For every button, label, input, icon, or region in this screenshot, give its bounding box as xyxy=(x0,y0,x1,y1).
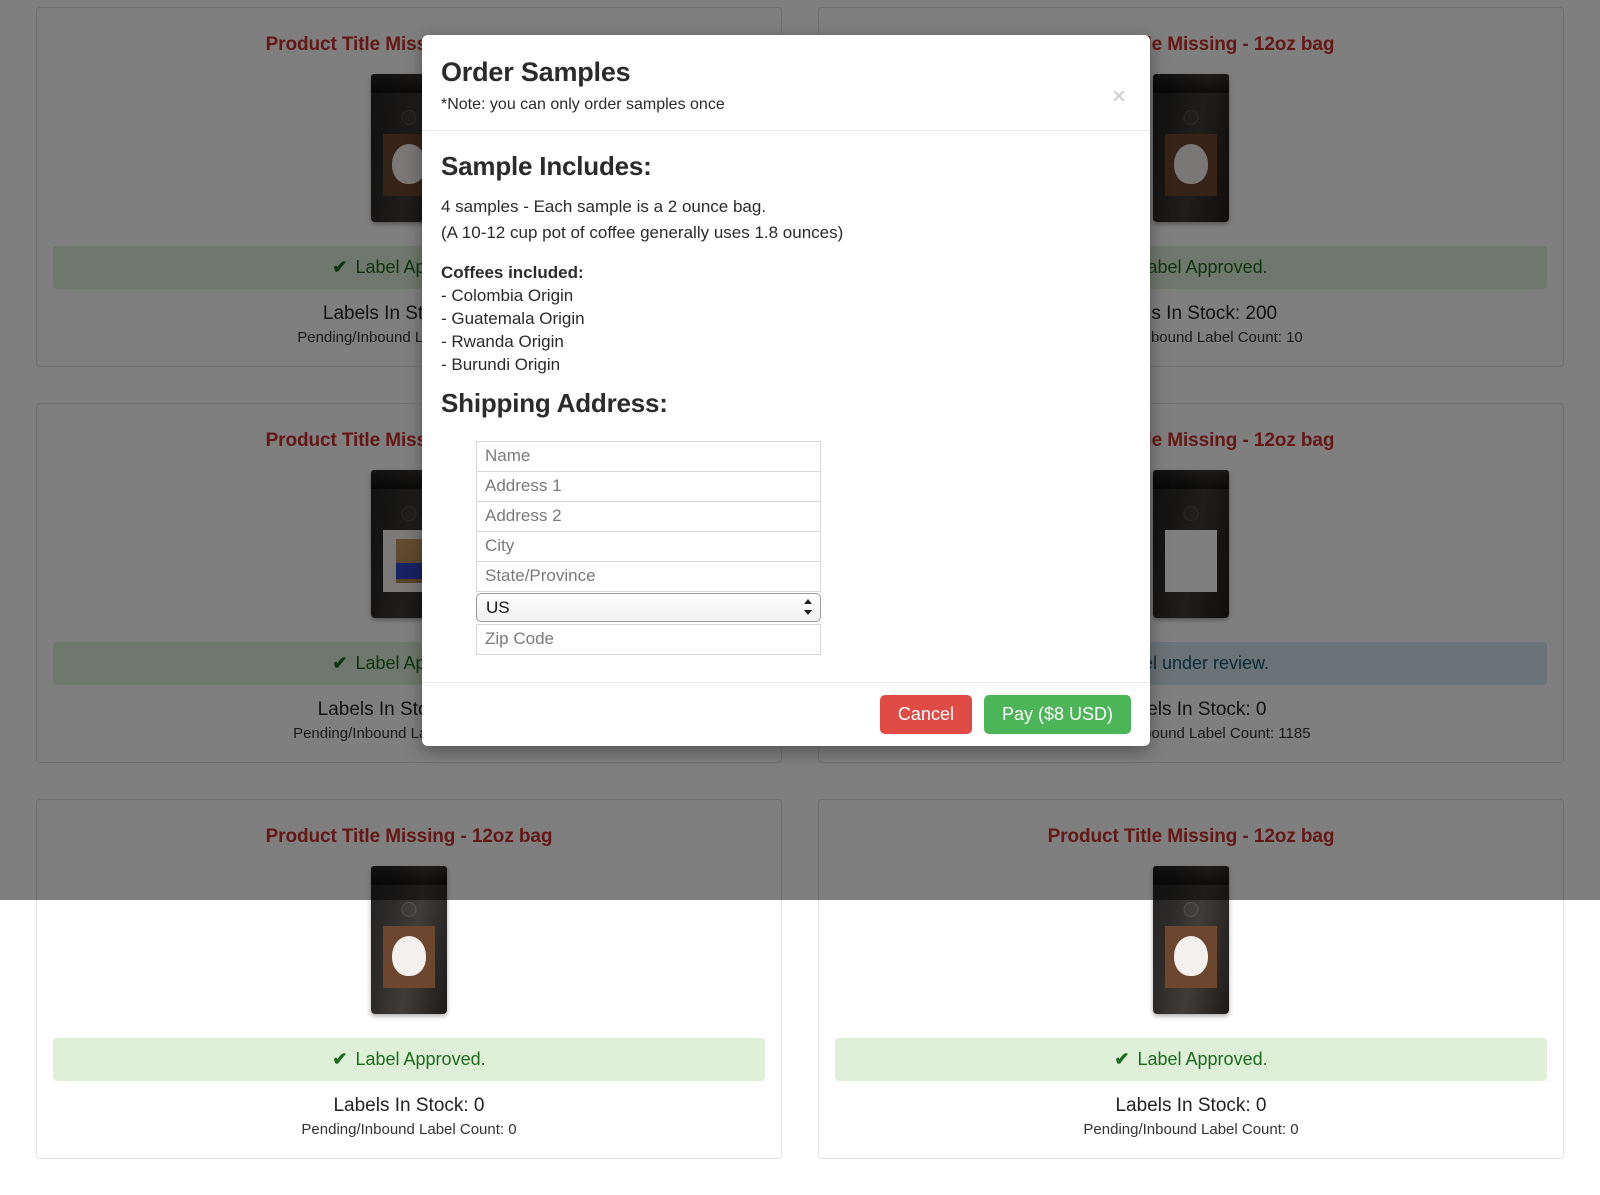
sample-includes-heading: Sample Includes: xyxy=(441,151,1131,182)
status-badge: ✔ Label Approved. xyxy=(53,1038,765,1081)
coffees-list: - Colombia Origin - Guatemala Origin - R… xyxy=(441,286,1131,375)
address2-input[interactable] xyxy=(476,501,821,532)
modal-header: Order Samples *Note: you can only order … xyxy=(422,35,1150,131)
name-input[interactable] xyxy=(476,441,821,472)
list-item: - Guatemala Origin xyxy=(441,309,1131,329)
address1-input[interactable] xyxy=(476,471,821,502)
status-text: Label Approved. xyxy=(355,1049,485,1069)
close-icon[interactable]: × xyxy=(1106,83,1132,111)
pay-button[interactable]: Pay ($8 USD) xyxy=(984,695,1131,734)
sample-line-2: (A 10-12 cup pot of coffee generally use… xyxy=(441,222,1131,245)
modal-title: Order Samples xyxy=(441,57,1126,88)
zip-code-input[interactable] xyxy=(476,624,821,655)
list-item: - Colombia Origin xyxy=(441,286,1131,306)
city-input[interactable] xyxy=(476,531,821,562)
labels-in-stock: Labels In Stock: 0 xyxy=(53,1095,765,1117)
valve-icon xyxy=(402,902,417,917)
shipping-address-form: US xyxy=(441,441,1131,655)
pending-label-count: Pending/Inbound Label Count: 0 xyxy=(53,1121,765,1138)
sample-line-1: 4 samples - Each sample is a 2 ounce bag… xyxy=(441,196,1131,219)
status-text: Label Approved. xyxy=(1137,1049,1267,1069)
modal-footer: Cancel Pay ($8 USD) xyxy=(422,682,1150,746)
order-samples-modal: Order Samples *Note: you can only order … xyxy=(422,35,1150,746)
coffees-included-heading: Coffees included: xyxy=(441,263,1131,283)
country-select[interactable]: US xyxy=(476,593,821,622)
labels-in-stock: Labels In Stock: 0 xyxy=(835,1095,1547,1117)
check-icon: ✔ xyxy=(332,1049,347,1069)
modal-note: *Note: you can only order samples once xyxy=(441,96,1126,114)
pending-label-count: Pending/Inbound Label Count: 0 xyxy=(835,1121,1547,1138)
cancel-button[interactable]: Cancel xyxy=(880,695,972,734)
country-select-wrap: US xyxy=(476,593,821,622)
valve-icon xyxy=(1184,902,1199,917)
list-item: - Burundi Origin xyxy=(441,355,1131,375)
modal-body: Sample Includes: 4 samples - Each sample… xyxy=(422,131,1150,682)
list-item: - Rwanda Origin xyxy=(441,332,1131,352)
check-icon: ✔ xyxy=(1114,1049,1129,1069)
status-badge: ✔ Label Approved. xyxy=(835,1038,1547,1081)
shipping-address-heading: Shipping Address: xyxy=(441,388,1131,419)
state-province-input[interactable] xyxy=(476,561,821,592)
